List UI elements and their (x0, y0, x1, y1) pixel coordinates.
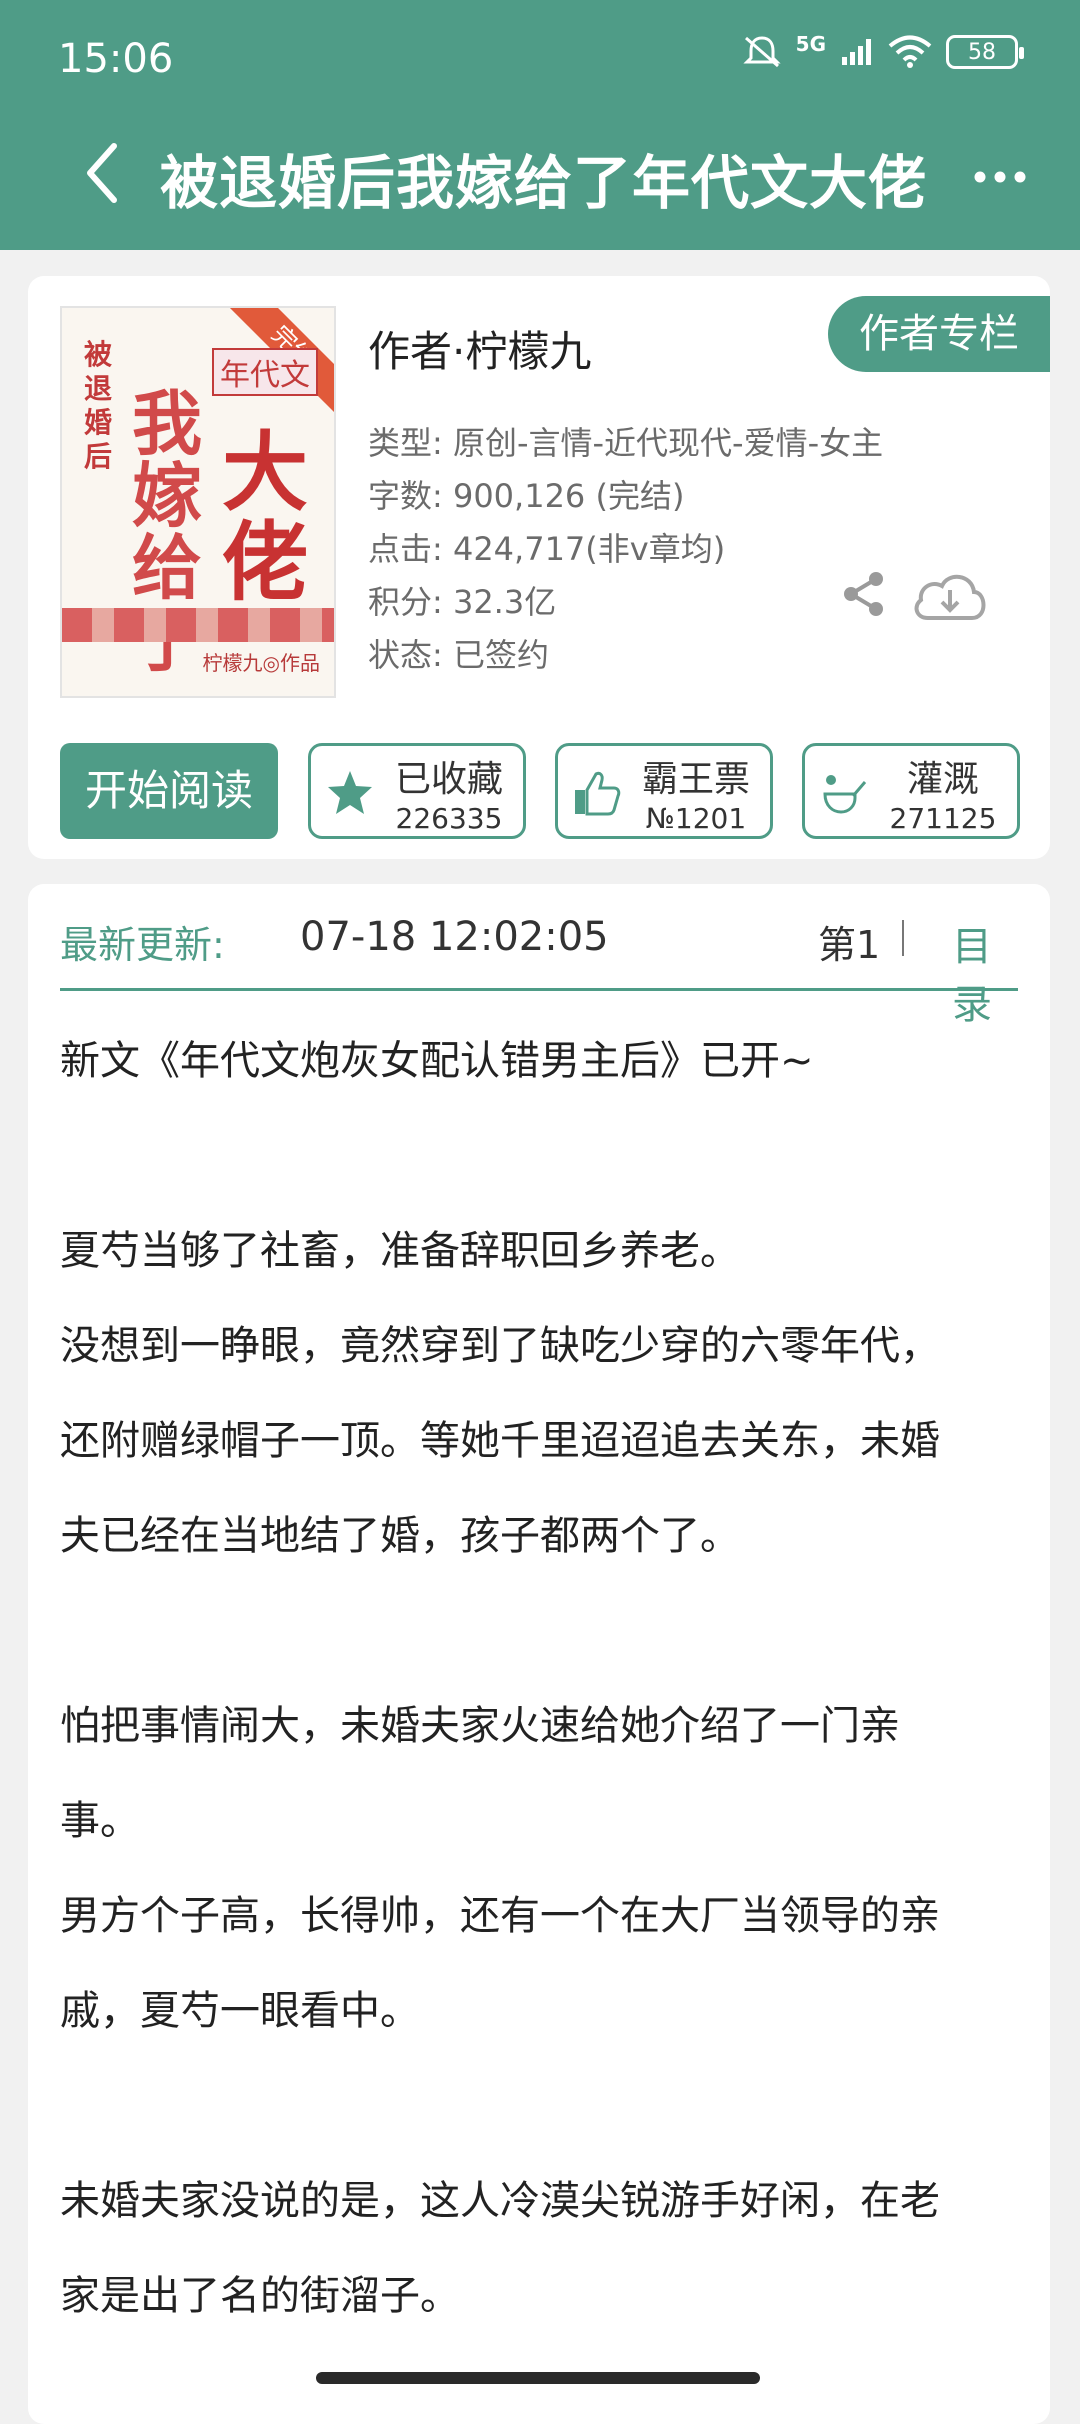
meta-clicks: 点击: 424,717(非v章均) (368, 530, 726, 568)
watering-can-icon (823, 775, 867, 814)
vote-count: №1201 (645, 802, 747, 835)
network-label: 5G (795, 32, 826, 56)
intro-blank-line (60, 1584, 1030, 1679)
thumbs-up-icon (575, 771, 621, 816)
meta-status: 状态: 已签约 (368, 636, 549, 674)
intro-line: 还附赠绿帽子一顶。等她千里迢迢追去关东，未婚 (60, 1418, 940, 1464)
cover-author-mark: 柠檬九◎作品 (202, 651, 320, 675)
toc-button[interactable]: 目录 (952, 914, 1018, 1030)
intro-line: 新文《年代文炮灰女配认错男主后》已开~ (60, 1038, 814, 1084)
signal-icon (842, 39, 871, 65)
battery-icon: 58 (946, 35, 1024, 69)
update-chapter: 第1 (818, 923, 881, 967)
update-divider (902, 920, 904, 956)
star-icon (328, 771, 372, 814)
favorite-count: 226335 (395, 802, 503, 835)
book-cover[interactable]: 完结 被退婚后 年代文 我嫁给了 大佬 柠檬九◎作品 (60, 306, 336, 698)
book-intro: 新文《年代文炮灰女配认错男主后》已开~ 夏芍当够了社畜，准备辞职回乡养老。 没想… (60, 1014, 1030, 2344)
home-indicator[interactable] (316, 2372, 760, 2384)
mute-icon (743, 36, 781, 68)
share-icon[interactable] (840, 570, 888, 618)
cover-title-small: 被退婚后 (84, 338, 113, 473)
water-count: 271125 (889, 802, 997, 835)
meta-word-count: 字数: 900,126 (完结) (368, 477, 685, 515)
meta-score: 积分: 32.3亿 (368, 583, 557, 621)
cover-genre-label: 年代文 (212, 348, 318, 396)
meta-type: 类型: 原创-言情-近代现代-爱情-女主 (368, 424, 884, 462)
author-name[interactable]: 作者·柠檬九 (368, 318, 591, 379)
battery-level: 58 (968, 39, 996, 65)
intro-blank-line (60, 1109, 1030, 1204)
intro-line: 戚，夏芍一眼看中。 (60, 1988, 420, 2034)
vote-button[interactable]: 霸王票 №1201 (555, 743, 773, 839)
water-button[interactable]: 灌溉 271125 (802, 743, 1020, 839)
update-time: 07-18 12:02:05 (300, 914, 609, 960)
wifi-icon (888, 35, 932, 68)
more-dots-icon[interactable] (970, 162, 1030, 192)
update-label: 最新更新: (60, 923, 225, 967)
vote-label: 霸王票 (641, 759, 750, 800)
cover-decor-band (62, 608, 334, 642)
intro-line: 夫已经在当地结了婚，孩子都两个了。 (60, 1513, 740, 1559)
top-bar: 15:06 5G 58 被退婚后我嫁给了年代文大佬 (0, 0, 1080, 250)
favorite-label: 已收藏 (394, 759, 503, 800)
book-info-card: 完结 被退婚后 年代文 我嫁给了 大佬 柠檬九◎作品 作者·柠檬九 作者专栏 类… (28, 276, 1050, 859)
intro-line: 夏芍当够了社畜，准备辞职回乡养老。 (60, 1228, 740, 1274)
page-title: 被退婚后我嫁给了年代文大佬 (160, 149, 928, 217)
intro-line: 怕把事情闹大，未婚夫家火速给她介绍了一门亲 (60, 1703, 900, 1749)
chevron-left-icon[interactable] (78, 138, 128, 208)
favorite-button[interactable]: 已收藏 226335 (308, 743, 526, 839)
water-label: 灌溉 (906, 759, 979, 800)
cover-title-big-2: 大佬 (222, 422, 308, 613)
status-icons: 5G 58 (742, 32, 1024, 70)
start-reading-button[interactable]: 开始阅读 (60, 743, 278, 839)
intro-line: 没想到一睁眼，竟然穿到了缺吃少穿的六零年代， (60, 1323, 940, 1369)
intro-line: 家是出了名的街溜子。 (60, 2273, 460, 2319)
intro-line: 男方个子高，长得帅，还有一个在大厂当领导的亲 (60, 1893, 940, 1939)
update-underline (60, 988, 1018, 991)
intro-line: 事。 (60, 1798, 140, 1844)
intro-blank-line (60, 2059, 1030, 2154)
status-time: 15:06 (58, 36, 174, 82)
latest-update-row[interactable]: 最新更新: 07-18 12:02:05 第1 目录 (60, 906, 1018, 1028)
intro-line: 未婚夫家没说的是，这人冷漠尖锐游手好闲，在老 (60, 2178, 940, 2224)
intro-card: 最新更新: 07-18 12:02:05 第1 目录 新文《年代文炮灰女配认错男… (28, 884, 1050, 2424)
author-column-button[interactable]: 作者专栏 (828, 296, 1050, 372)
cloud-download-icon[interactable] (910, 568, 990, 624)
